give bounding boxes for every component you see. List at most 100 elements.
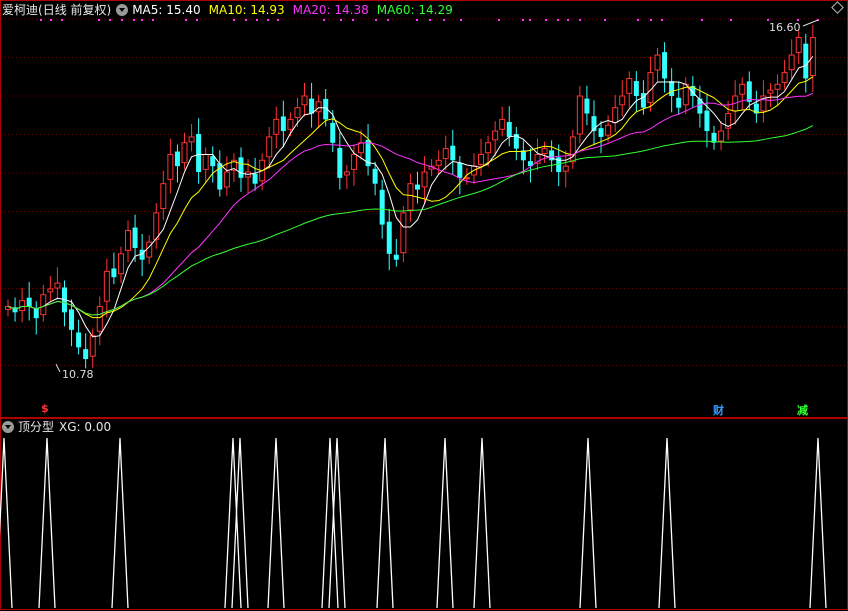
signal-dot — [133, 19, 135, 21]
signal-dot — [245, 19, 247, 21]
signal-dot — [637, 19, 639, 21]
candle-body-up — [718, 130, 725, 142]
candle-body-up — [499, 118, 506, 130]
signal-dot — [196, 19, 198, 21]
chevron-down-icon[interactable] — [2, 421, 14, 433]
signal-dot — [61, 19, 63, 21]
candle-body-down — [598, 128, 604, 137]
marker-financial[interactable]: 财 — [713, 402, 724, 418]
signal-dot — [375, 19, 377, 21]
candle-body-up — [562, 165, 569, 172]
candle-body-up — [605, 124, 612, 136]
candle-body-down — [414, 184, 420, 190]
xg-signal-spike — [658, 437, 676, 609]
indicator-chart[interactable] — [0, 418, 848, 611]
candle-body-up — [266, 136, 273, 158]
signal-dot — [429, 19, 431, 21]
candle-body-down — [633, 81, 639, 96]
candle-body-up — [202, 153, 209, 170]
candle-body-up — [442, 148, 449, 160]
signal-dot — [529, 19, 531, 21]
candlestick-chart[interactable]: 16.60 10.78 — [0, 0, 848, 418]
candle-body-up — [188, 136, 195, 143]
candle-body-down — [69, 309, 75, 330]
candle-body-up — [343, 171, 350, 176]
candle-body-up — [19, 300, 26, 312]
high-price-pointer — [802, 19, 819, 27]
signal-dot — [567, 19, 569, 21]
signal-dot — [522, 19, 524, 21]
signal-dot — [416, 19, 418, 21]
candle-body-up — [767, 89, 774, 94]
candle-body-down — [372, 168, 378, 184]
indicator-border — [0, 418, 848, 610]
signal-dot — [98, 19, 100, 21]
signal-dot — [352, 19, 354, 21]
high-price-label: 16.60 — [769, 21, 801, 34]
signal-dot — [267, 19, 269, 21]
signal-dot — [443, 19, 445, 21]
signal-dot — [545, 19, 547, 21]
candle-body-up — [485, 142, 492, 154]
candle-body-up — [435, 159, 442, 166]
xg-signal-spike — [38, 437, 56, 609]
candle-body-down — [386, 221, 392, 254]
signal-dot — [701, 19, 703, 21]
candle-body-down — [337, 148, 343, 178]
chevron-down-icon[interactable] — [116, 4, 129, 16]
candle-body-up — [781, 72, 788, 84]
candle-body-down — [746, 81, 752, 102]
marker-reduce[interactable]: 减 — [797, 402, 808, 418]
candle-body-down — [196, 134, 202, 172]
candle-body-up — [287, 118, 294, 130]
ma60-label: MA60: 14.29 — [376, 3, 453, 17]
candle-body-up — [54, 282, 61, 289]
candle-body-up — [795, 37, 802, 53]
candle-body-down — [393, 254, 399, 260]
candle-body-up — [358, 142, 364, 154]
signal-dot — [323, 19, 325, 21]
low-price-label: 10.78 — [62, 368, 94, 381]
candle-body-up — [478, 153, 485, 165]
candle-body-up — [125, 229, 132, 251]
candle-body-down — [132, 227, 138, 248]
indicator-panel[interactable]: 顶分型 XG: 0.00 — [0, 418, 848, 611]
candle-body-down — [450, 145, 456, 161]
main-chart-header: 爱柯迪 (日线 前复权) MA5: 15.40 MA10: 14.93 MA20… — [2, 2, 461, 18]
xg-signal-spike — [267, 437, 285, 609]
candle-body-down — [584, 98, 590, 114]
signal-dot — [579, 19, 581, 21]
indicator-name: 顶分型 — [18, 420, 55, 434]
candle-body-down — [33, 308, 39, 319]
candle-body-down — [669, 81, 675, 96]
candle-body-down — [210, 156, 216, 167]
signal-dot — [40, 19, 42, 21]
signal-dot — [141, 19, 143, 21]
signal-dot — [557, 19, 559, 21]
xg-signal-spike — [809, 437, 827, 609]
candle-body-down — [309, 98, 315, 114]
period-label: (日线 前复权) — [38, 3, 112, 17]
chart-border — [0, 0, 848, 418]
candle-body-up — [774, 83, 781, 90]
candle-body-up — [315, 101, 322, 113]
candle-body-up — [421, 171, 428, 188]
candle-body-up — [294, 107, 301, 119]
signal-dot — [256, 19, 258, 21]
signal-dot — [661, 19, 663, 21]
low-price-pointer — [55, 363, 61, 373]
signal-dot — [109, 19, 111, 21]
main-chart-panel[interactable]: 16.60 10.78 爱柯迪 (日线 前复权) MA5: 15.40 MA10:… — [0, 0, 848, 418]
signal-dot — [730, 19, 732, 21]
candle-body-up — [788, 54, 795, 71]
candle-body-up — [223, 171, 230, 188]
candle-body-up — [167, 153, 174, 180]
signal-dot — [185, 19, 187, 21]
candle-body-up — [350, 153, 357, 170]
candle-body-up — [619, 95, 626, 106]
candle-body-up — [612, 107, 619, 124]
candle-body-down — [26, 297, 32, 307]
signal-dot — [460, 19, 462, 21]
candle-body-down — [662, 52, 668, 79]
marker-dollar[interactable]: $ — [41, 402, 49, 415]
